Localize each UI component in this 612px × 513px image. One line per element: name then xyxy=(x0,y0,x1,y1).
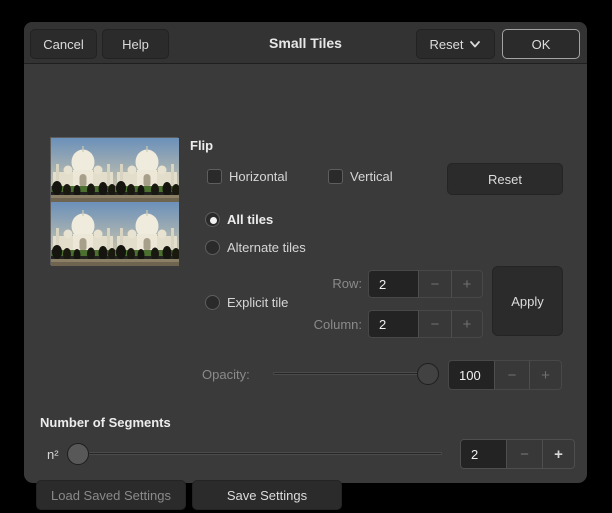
reset-dropdown-button[interactable]: Reset xyxy=(416,29,495,59)
row-minus-button[interactable]: − xyxy=(418,271,451,297)
segments-minus-button[interactable]: − xyxy=(506,440,542,468)
segments-spinner[interactable]: 2 − + xyxy=(460,439,575,469)
desktop-background: Cancel Help Small Tiles Reset OK Flip xyxy=(0,0,612,513)
flip-heading: Flip xyxy=(190,138,213,153)
alternate-tiles-option[interactable]: Alternate tiles xyxy=(205,240,306,255)
segments-value-field[interactable]: 2 xyxy=(461,440,506,468)
save-settings-button[interactable]: Save Settings xyxy=(192,480,342,510)
opacity-minus-button[interactable]: − xyxy=(494,361,529,389)
opacity-label: Opacity: xyxy=(202,367,250,382)
row-spinner[interactable]: 2 − + xyxy=(368,270,483,298)
help-button[interactable]: Help xyxy=(102,29,169,59)
preview-tile xyxy=(51,138,115,202)
cancel-button[interactable]: Cancel xyxy=(30,29,97,59)
opacity-value-field[interactable]: 100 xyxy=(449,361,494,389)
titlebar[interactable]: Cancel Help Small Tiles Reset OK xyxy=(24,22,587,64)
flip-vertical-option[interactable]: Vertical xyxy=(328,169,393,184)
column-spinner[interactable]: 2 − + xyxy=(368,310,483,338)
preview-tile xyxy=(51,202,115,266)
load-saved-settings-button[interactable]: Load Saved Settings xyxy=(36,480,186,510)
all-tiles-option[interactable]: All tiles xyxy=(205,212,273,227)
apply-button[interactable]: Apply xyxy=(492,266,563,336)
flip-reset-button[interactable]: Reset xyxy=(447,163,563,195)
explicit-tile-label: Explicit tile xyxy=(227,295,288,310)
row-value-field[interactable]: 2 xyxy=(369,271,418,297)
opacity-slider-handle[interactable] xyxy=(417,363,439,385)
alternate-tiles-label: Alternate tiles xyxy=(227,240,306,255)
dialog-content: Flip Horizontal Vertical Reset All tiles… xyxy=(24,65,587,483)
opacity-spinner[interactable]: 100 − + xyxy=(448,360,562,390)
column-minus-button[interactable]: − xyxy=(418,311,451,337)
chevron-down-icon xyxy=(469,38,481,50)
alternate-tiles-radio[interactable] xyxy=(205,240,220,255)
segments-slider-track[interactable] xyxy=(70,452,442,455)
preview-tile xyxy=(115,138,179,202)
horizontal-checkbox[interactable] xyxy=(207,169,222,184)
segments-n-label: n² xyxy=(47,447,59,462)
preview-tile xyxy=(115,202,179,266)
ok-button[interactable]: OK xyxy=(502,29,580,59)
segments-plus-button[interactable]: + xyxy=(542,440,574,468)
vertical-label: Vertical xyxy=(350,169,393,184)
small-tiles-dialog: Cancel Help Small Tiles Reset OK Flip xyxy=(24,22,587,483)
all-tiles-radio[interactable] xyxy=(205,212,220,227)
reset-dropdown-label: Reset xyxy=(430,37,464,52)
explicit-tile-option[interactable]: Explicit tile xyxy=(205,295,288,310)
row-label: Row: xyxy=(294,276,362,291)
all-tiles-label: All tiles xyxy=(227,212,273,227)
flip-horizontal-option[interactable]: Horizontal xyxy=(207,169,288,184)
opacity-slider-track[interactable] xyxy=(273,372,427,375)
column-label: Column: xyxy=(294,317,362,332)
segments-heading: Number of Segments xyxy=(40,415,171,430)
preview-image xyxy=(50,137,178,265)
opacity-plus-button[interactable]: + xyxy=(529,361,561,389)
segments-slider-handle[interactable] xyxy=(67,443,89,465)
column-value-field[interactable]: 2 xyxy=(369,311,418,337)
vertical-checkbox[interactable] xyxy=(328,169,343,184)
column-plus-button[interactable]: + xyxy=(451,311,482,337)
row-plus-button[interactable]: + xyxy=(451,271,482,297)
explicit-tile-radio[interactable] xyxy=(205,295,220,310)
horizontal-label: Horizontal xyxy=(229,169,288,184)
